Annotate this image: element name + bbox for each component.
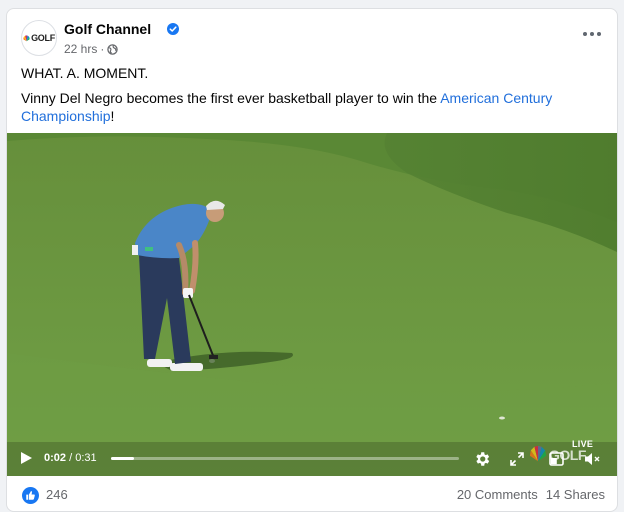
fullscreen-icon[interactable] [510, 452, 524, 466]
shares-count[interactable]: 14 Shares [546, 487, 605, 502]
current-time: 0:02 [44, 452, 67, 464]
volume-muted-icon[interactable] [584, 451, 600, 467]
progress-bar[interactable] [111, 457, 459, 460]
video-time: 0:02 / 0:31 [44, 452, 97, 464]
post-card: GOLF Golf Channel 22 hrs · WHAT. A. MOME… [6, 8, 618, 512]
meta-separator: · [100, 42, 105, 56]
page-name-link[interactable]: Golf Channel [64, 21, 151, 37]
globe-icon[interactable] [107, 43, 119, 55]
settings-icon[interactable] [473, 450, 491, 468]
post-meta: 22 hrs · [64, 42, 119, 56]
time-separator: / [66, 452, 76, 464]
post-body-suffix: ! [110, 108, 115, 124]
post-timestamp[interactable]: 22 hrs [64, 42, 97, 56]
duration: 0:31 [75, 452, 97, 464]
verified-badge-icon [167, 23, 179, 35]
play-icon[interactable] [19, 451, 33, 465]
comments-count[interactable]: 20 Comments [457, 487, 538, 502]
video-player[interactable]: LIVE GOLF 0:02 / 0:31 [7, 133, 617, 476]
post-body-text: Vinny Del Negro becomes the first ever b… [21, 90, 441, 106]
video-frame [7, 133, 617, 476]
video-controls: 0:02 / 0:31 [7, 442, 617, 476]
post-header: GOLF Golf Channel 22 hrs · [21, 20, 605, 60]
reaction-count[interactable]: 246 [46, 487, 68, 502]
more-options-icon[interactable] [579, 26, 605, 42]
peacock-logo-icon [23, 34, 30, 41]
like-icon[interactable] [22, 487, 39, 504]
post-body: Vinny Del Negro becomes the first ever b… [21, 89, 605, 125]
post-headline: WHAT. A. MOMENT. [21, 65, 149, 81]
engagement-stats: 20 Comments 14 Shares [457, 487, 605, 502]
post-footer: 246 20 Comments 14 Shares [7, 476, 617, 511]
progress-fill [111, 457, 134, 460]
avatar-logo-text: GOLF [31, 33, 55, 43]
pip-icon[interactable] [549, 452, 564, 466]
page-avatar[interactable]: GOLF [21, 20, 57, 56]
